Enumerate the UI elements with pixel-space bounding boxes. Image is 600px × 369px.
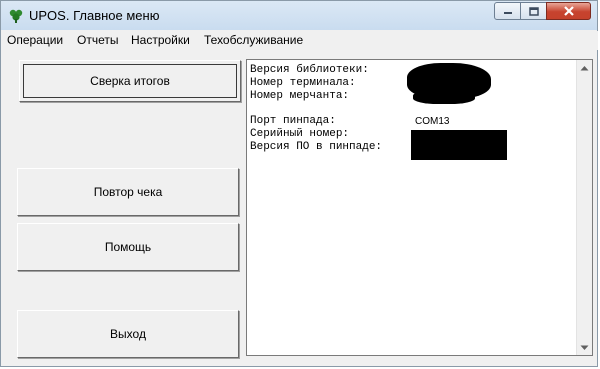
info-text: Версия библиотеки: Номер терминала: Номе…	[250, 64, 382, 154]
client-area: Сверка итогов Повтор чека Помощь Выход В…	[9, 51, 593, 360]
main-window: UPOS. Главное меню Операции Отчеты Настр…	[0, 0, 598, 367]
scroll-up-button[interactable]	[577, 60, 592, 75]
window-title: UPOS. Главное меню	[29, 8, 160, 23]
vertical-scrollbar[interactable]	[576, 60, 592, 355]
pinpad-software-label: Версия ПО в пинпаде:	[250, 140, 383, 153]
exit-button[interactable]: Выход	[17, 310, 239, 358]
menu-maintenance[interactable]: Техобслуживание	[204, 33, 303, 47]
redacted-block	[411, 130, 507, 160]
pinpad-port-value: COM13	[415, 116, 450, 127]
info-text-area[interactable]: Версия библиотеки: Номер терминала: Номе…	[246, 59, 593, 356]
maximize-icon	[528, 6, 539, 16]
menu-settings[interactable]: Настройки	[131, 33, 190, 47]
maximize-button[interactable]	[520, 2, 547, 20]
help-button[interactable]: Помощь	[17, 223, 239, 271]
scroll-down-icon	[580, 345, 589, 350]
repeat-receipt-button-label: Повтор чека	[93, 185, 163, 199]
close-button[interactable]	[546, 2, 591, 20]
minimize-icon	[503, 12, 512, 14]
redacted-block	[413, 90, 475, 104]
menu-operations[interactable]: Операции	[7, 33, 63, 47]
scroll-up-icon	[580, 65, 589, 70]
library-version-label: Версия библиотеки:	[250, 64, 369, 76]
upos-app-icon	[9, 9, 23, 23]
caption-buttons	[494, 2, 591, 20]
reconcile-button[interactable]: Сверка итогов	[19, 60, 241, 102]
minimize-button[interactable]	[494, 2, 521, 20]
serial-number-label: Серийный номер:	[250, 127, 350, 140]
reconcile-button-label: Сверка итогов	[90, 74, 170, 88]
close-icon	[563, 6, 574, 16]
help-button-label: Помощь	[104, 240, 152, 254]
pinpad-port-label: Порт пинпада:	[250, 115, 336, 128]
merchant-number-label: Номер мерчанта:	[250, 89, 350, 102]
menu-reports[interactable]: Отчеты	[77, 33, 118, 47]
title-bar[interactable]: UPOS. Главное меню	[1, 1, 597, 30]
scroll-down-button[interactable]	[577, 340, 592, 355]
terminal-number-label: Номер терминала:	[250, 76, 356, 89]
menu-bar: Операции Отчеты Настройки Техобслуживани…	[2, 31, 598, 50]
repeat-receipt-button[interactable]: Повтор чека	[17, 168, 239, 216]
exit-button-label: Выход	[110, 327, 146, 341]
